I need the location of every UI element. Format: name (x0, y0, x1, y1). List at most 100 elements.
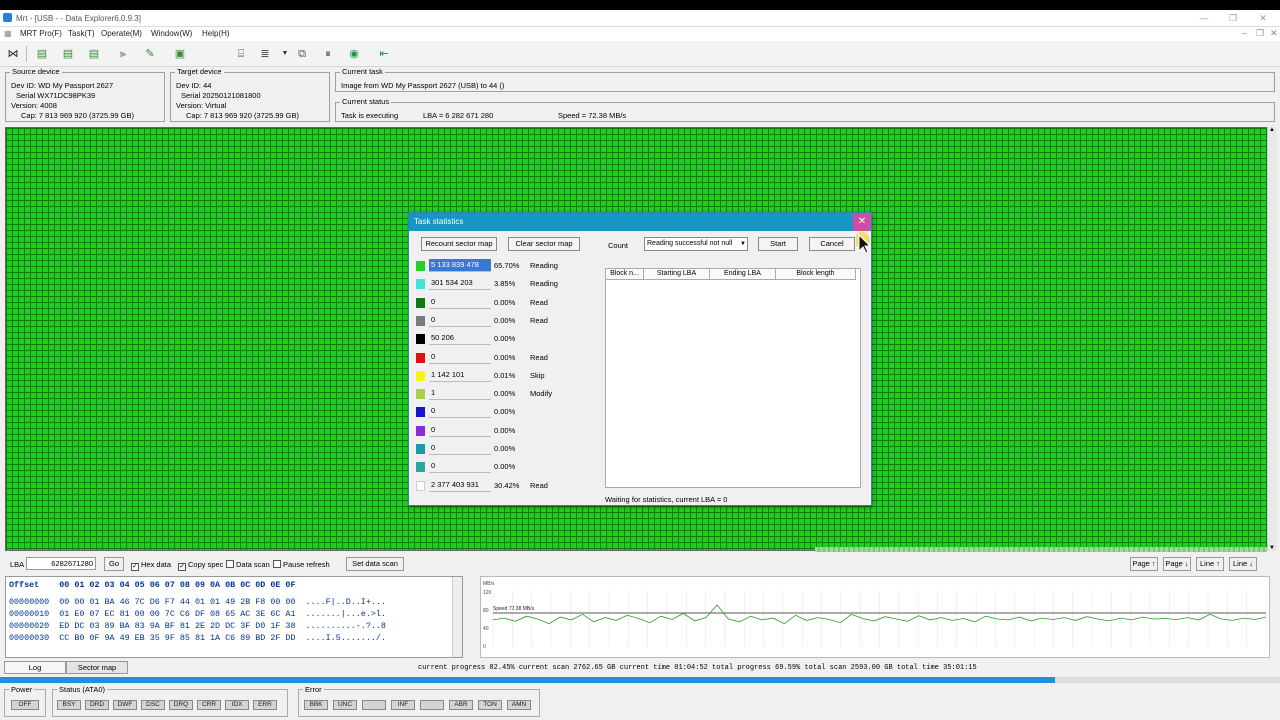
error-flag-blank (362, 700, 386, 710)
statistics-row: 2 377 403 931 30.42% Read (416, 479, 596, 493)
checkbox-empty-icon (226, 560, 234, 568)
status-flag-drq: DRQ (169, 700, 193, 710)
data-scan-checkbox[interactable]: Data scan (226, 560, 270, 569)
close-button[interactable]: ✕ (1248, 11, 1278, 25)
column-header-starting-lba[interactable]: Starting LBA (644, 269, 710, 280)
y-tick-label: 0 (483, 644, 486, 650)
dialog-title-bar[interactable]: Task statistics (409, 213, 871, 231)
hex-data-checkbox[interactable]: ✓ Hex data (131, 560, 171, 571)
start-button[interactable]: Start (758, 237, 798, 251)
statistics-percent: 30.42% (494, 480, 520, 490)
column-header-block-length[interactable]: Block length (776, 269, 856, 280)
restore-button[interactable]: ❐ (1218, 11, 1248, 25)
statistics-row: 0 0.00% (416, 442, 596, 456)
source-dev-id: Dev ID: WD My Passport 2627 (11, 81, 114, 90)
task-icon[interactable]: ⋈ (4, 45, 22, 63)
menu-task[interactable]: Task(T) (68, 29, 95, 38)
hex-scrollbar[interactable] (452, 577, 462, 657)
column-header-ending-lba[interactable]: Ending LBA (710, 269, 776, 280)
task-statistics-dialog: Task statistics ✕ Recount sector map Cle… (408, 212, 872, 506)
menu-help[interactable]: Help(H) (202, 29, 230, 38)
scroll-down-icon[interactable]: ▼ (1269, 545, 1275, 551)
pause-icon[interactable]: ⏸ (319, 45, 337, 63)
speed-series-label: Speed 72.38 MB/s (493, 606, 535, 612)
color-swatch (416, 462, 425, 473)
statistics-label: Read (530, 352, 548, 362)
copy-spec-label: Copy spec (188, 560, 224, 569)
line-up-button[interactable]: Line ↑ (1196, 557, 1224, 571)
dialog-title: Task statistics (414, 217, 464, 226)
save-icon[interactable]: ▣ (171, 45, 189, 63)
minimize-button[interactable]: — (1189, 11, 1219, 25)
copy-spec-checkbox[interactable]: ✓ Copy spec (178, 560, 223, 571)
edit-icon[interactable]: ✎ (141, 45, 159, 63)
color-swatch (416, 444, 425, 454)
statistics-label: Modify (530, 389, 553, 399)
check-icon: ✓ (131, 563, 139, 571)
statistics-label: Read (530, 480, 548, 490)
menu-operate[interactable]: Operate(M) (101, 29, 142, 38)
progress-text: current progress 82.45% current scan 276… (418, 664, 977, 672)
status-flag-drd: DRD (85, 700, 109, 710)
statistics-row: 301 534 203 3.85% Reading (416, 277, 596, 291)
statistics-row: 1 142 101 0.01% Skip (416, 369, 596, 383)
hex-header: Offset 00 01 02 03 04 05 06 07 08 09 0A … (9, 580, 296, 590)
target-device-label: Target device (175, 67, 224, 76)
document-copy-icon[interactable]: ▤ (59, 45, 77, 63)
menu-window[interactable]: Window(W) (151, 29, 192, 38)
lba-input[interactable]: 6282671280 (26, 557, 96, 570)
statistics-count: 0 (429, 314, 491, 327)
page-down-button[interactable]: Page ↓ (1163, 557, 1191, 571)
statistics-row: 1 0.00% Modify (416, 387, 596, 401)
pause-refresh-checkbox[interactable]: Pause refresh (273, 560, 330, 569)
sector-map-progress-strip (815, 547, 1267, 552)
count-select[interactable]: Reading successful not null ▼ (644, 237, 748, 251)
clear-sector-map-button[interactable]: Clear sector map (508, 237, 580, 251)
target-device-panel: Target device Dev ID: 44 Serial 20250121… (170, 67, 330, 122)
copy-icon[interactable]: ⧉ (293, 45, 311, 63)
scroll-up-icon[interactable]: ▲ (1269, 127, 1275, 133)
mdi-minimize-button[interactable]: – (1242, 28, 1247, 38)
app-icon (3, 13, 12, 22)
recount-sector-map-button[interactable]: Recount sector map (421, 237, 497, 251)
statistics-label: Skip (530, 370, 545, 380)
stop-icon[interactable]: ◉ (345, 45, 363, 63)
current-task-label: Current task (340, 67, 385, 76)
menu-mrt-pro[interactable]: MRT Pro(F) (20, 29, 62, 38)
dropdown-arrow-icon[interactable]: ▼ (276, 45, 294, 63)
pause-refresh-label: Pause refresh (283, 560, 330, 569)
tab-log[interactable]: Log (4, 661, 66, 674)
mdi-close-button[interactable]: ✕ (1270, 28, 1278, 39)
page-up-button[interactable]: Page ↑ (1130, 557, 1158, 571)
cancel-button[interactable]: Cancel (809, 237, 855, 251)
mdi-restore-button[interactable]: ❐ (1256, 28, 1264, 39)
error-flag-inf: INF (391, 700, 415, 710)
statistics-row: 0 0.00% Read (416, 314, 596, 328)
y-tick-label: 120 (483, 590, 492, 596)
source-device-label: Source device (10, 67, 62, 76)
title-bar: Mrt - [USB - - Data Explorer6.0.9.3] — ❐… (0, 10, 1280, 27)
hex-view[interactable]: Offset 00 01 02 03 04 05 06 07 08 09 0A … (5, 576, 463, 658)
sector-icon[interactable]: ⌸ (232, 45, 250, 63)
statistics-percent: 0.01% (494, 370, 516, 380)
lba-bar: LBA 6282671280 Go ✓ Hex data ✓ Copy spec D… (0, 556, 1280, 574)
blocks-table[interactable]: Block n... Starting LBA Ending LBA Block… (605, 268, 861, 488)
view-icon[interactable]: ≣ (256, 45, 274, 63)
check-icon: ✓ (178, 563, 186, 571)
column-header-block-number[interactable]: Block n... (606, 269, 644, 280)
tab-sector-map[interactable]: Sector map (66, 661, 128, 674)
line-down-button[interactable]: Line ↓ (1229, 557, 1257, 571)
sector-map-scrollbar[interactable]: ▲ ▼ (1267, 127, 1277, 551)
exit-icon[interactable]: ⇤ (375, 45, 393, 63)
statistics-label: Reading (530, 279, 558, 289)
compare-icon[interactable]: ⫸ (114, 45, 132, 63)
statistics-percent: 0.00% (494, 425, 516, 435)
dialog-close-button[interactable]: ✕ (853, 213, 871, 231)
color-swatch (416, 370, 425, 381)
go-button[interactable]: Go (104, 557, 124, 571)
document-list-icon[interactable]: ▤ (85, 45, 103, 63)
statistics-label: Reading (530, 261, 558, 270)
set-data-scan-button[interactable]: Set data scan (346, 557, 404, 571)
document-icon[interactable]: ▤ (33, 45, 51, 63)
statistics-count: 0 (429, 405, 491, 419)
